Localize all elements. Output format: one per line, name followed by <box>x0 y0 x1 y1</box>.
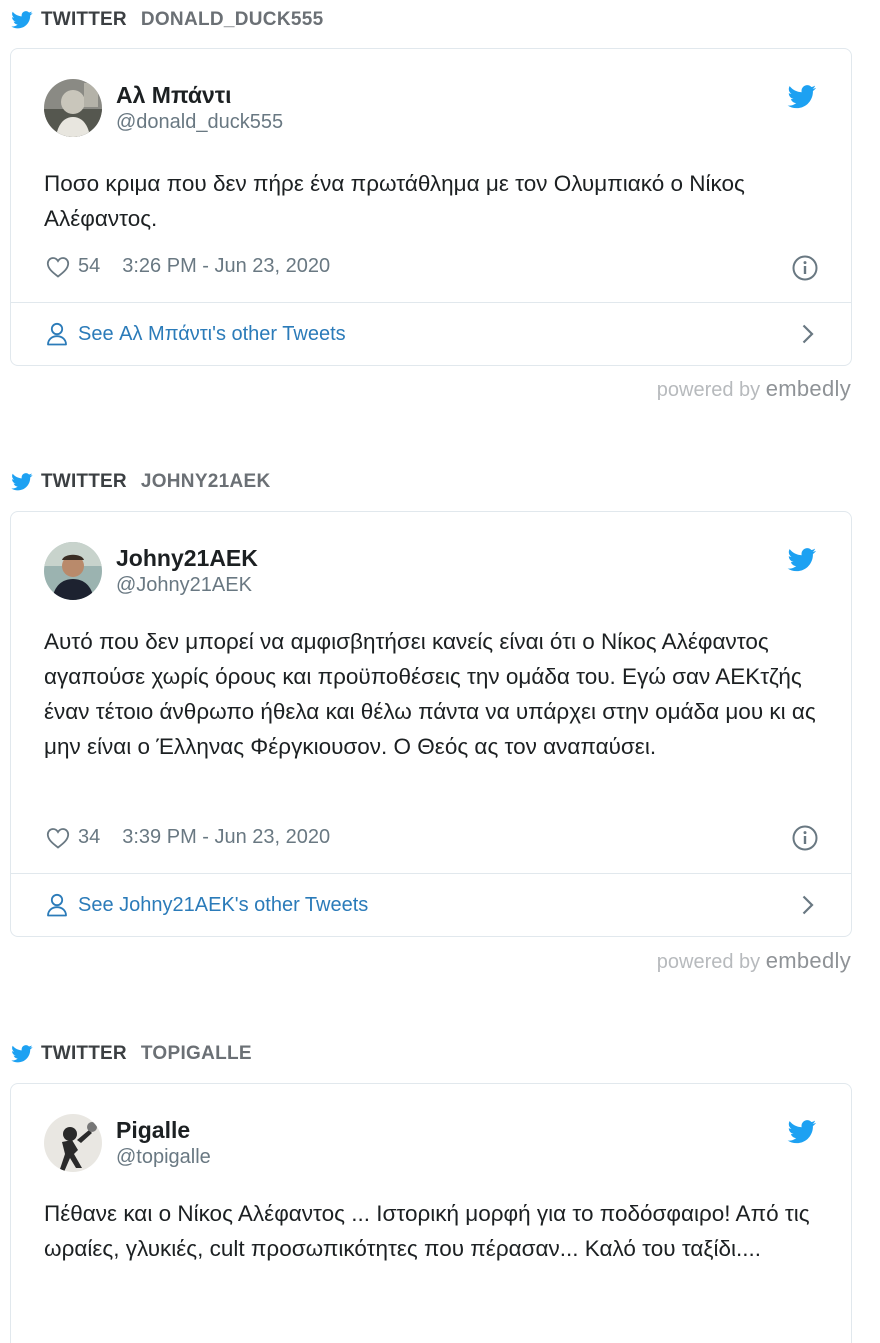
tweet-card[interactable]: Αλ Μπάντι @donald_duck555 Ποσο κριμα που… <box>10 48 852 366</box>
embedly-logo[interactable]: embedly <box>766 376 851 401</box>
display-name[interactable]: Pigalle <box>116 1116 211 1144</box>
see-other-tweets-link[interactable]: See Johny21AEK's other Tweets <box>46 890 815 920</box>
chevron-right-icon[interactable] <box>801 323 815 345</box>
source-username[interactable]: TOPIGALLE <box>141 1043 252 1065</box>
tweet-author[interactable]: Pigalle @topigalle <box>44 1114 211 1172</box>
tweet-author[interactable]: Αλ Μπάντι @donald_duck555 <box>44 79 283 137</box>
twitter-bird-icon <box>11 11 33 29</box>
heart-icon[interactable] <box>46 827 70 849</box>
tweet-text: Ποσο κριμα που δεν πήρε ένα πρωτάθλημα μ… <box>44 171 745 231</box>
twitter-bird-icon[interactable] <box>787 548 817 572</box>
source-label: TWITTER <box>41 9 127 30</box>
like-count[interactable]: 54 <box>78 255 100 278</box>
tweet-embed: TWITTER TOPIGALLE Pigalle @topigalle Πέθ… <box>0 1038 880 1343</box>
source-header: TWITTER TOPIGALLE <box>11 1040 252 1068</box>
tweet-author[interactable]: Johny21AEK @Johny21AEK <box>44 542 258 600</box>
person-icon <box>46 893 68 917</box>
info-icon[interactable] <box>792 825 818 851</box>
tweet-meta: 34 3:39 PM - Jun 23, 2020 <box>46 826 330 849</box>
tweet-card[interactable]: Pigalle @topigalle Πέθανε και ο Νίκος Αλ… <box>10 1083 852 1343</box>
powered-by-embedly[interactable]: powered by embedly <box>657 376 851 402</box>
see-other-tweets-label[interactable]: See Αλ Μπάντι's other Tweets <box>78 323 801 346</box>
powered-by-label: powered by <box>656 379 761 401</box>
divider <box>11 302 851 303</box>
chevron-right-icon[interactable] <box>801 894 815 916</box>
twitter-bird-icon <box>11 1045 33 1063</box>
user-handle[interactable]: @topigalle <box>116 1144 211 1170</box>
embedly-logo[interactable]: embedly <box>766 948 851 973</box>
source-header: TWITTER DONALD_DUCK555 <box>11 6 323 34</box>
user-handle[interactable]: @Johny21AEK <box>116 572 258 598</box>
source-username[interactable]: JOHNY21AEK <box>141 471 271 493</box>
person-icon <box>46 322 68 346</box>
twitter-bird-icon <box>11 473 33 491</box>
avatar[interactable] <box>44 542 102 600</box>
source-label: TWITTER <box>41 1043 127 1064</box>
like-count[interactable]: 34 <box>78 826 100 849</box>
see-other-tweets-link[interactable]: See Αλ Μπάντι's other Tweets <box>46 319 815 349</box>
avatar[interactable] <box>44 79 102 137</box>
tweet-text: Αυτό που δεν μπορεί να αμφισβητήσει κανε… <box>44 629 816 759</box>
tweet-meta: 54 3:26 PM - Jun 23, 2020 <box>46 255 330 278</box>
tweet-text: Πέθανε και ο Νίκος Αλέφαντος ... Ιστορικ… <box>44 1201 810 1261</box>
tweet-embed: TWITTER DONALD_DUCK555 Αλ Μπάντι @donald… <box>0 0 880 420</box>
heart-icon[interactable] <box>46 256 70 278</box>
timestamp[interactable]: 3:39 PM - Jun 23, 2020 <box>122 826 330 849</box>
display-name[interactable]: Αλ Μπάντι <box>116 81 283 109</box>
see-other-tweets-label[interactable]: See Johny21AEK's other Tweets <box>78 894 801 917</box>
divider <box>11 873 851 874</box>
avatar[interactable] <box>44 1114 102 1172</box>
source-username[interactable]: DONALD_DUCK555 <box>141 9 324 31</box>
twitter-bird-icon[interactable] <box>787 1120 817 1144</box>
timestamp[interactable]: 3:26 PM - Jun 23, 2020 <box>122 255 330 278</box>
source-header: TWITTER JOHNY21AEK <box>11 468 271 496</box>
twitter-bird-icon[interactable] <box>787 85 817 109</box>
user-handle[interactable]: @donald_duck555 <box>116 109 283 135</box>
tweet-card[interactable]: Johny21AEK @Johny21AEK Αυτό που δεν μπορ… <box>10 511 852 937</box>
powered-by-label: powered by <box>656 951 761 973</box>
source-label: TWITTER <box>41 471 127 492</box>
tweet-embed: TWITTER JOHNY21AEK Johny21AEK @Johny21AE… <box>0 466 880 986</box>
display-name[interactable]: Johny21AEK <box>116 544 258 572</box>
info-icon[interactable] <box>792 255 818 281</box>
powered-by-embedly[interactable]: powered by embedly <box>657 948 851 974</box>
